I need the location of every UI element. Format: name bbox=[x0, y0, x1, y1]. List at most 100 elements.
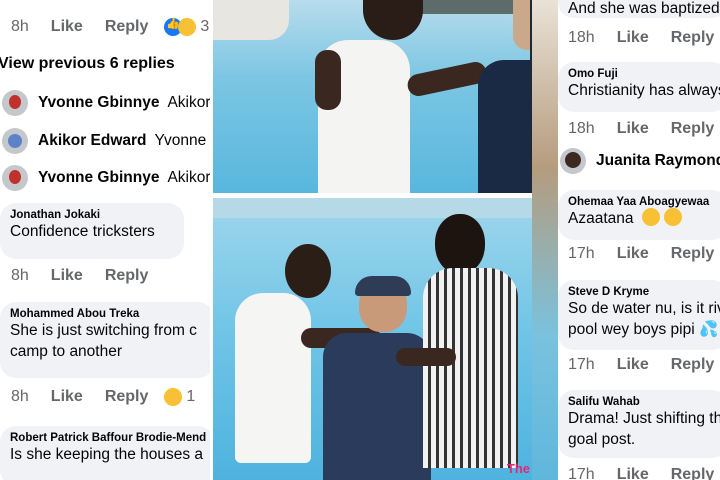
reply-row[interactable]: Yvonne Gbinnye Akikor bbox=[2, 165, 210, 191]
reply-button[interactable]: Reply bbox=[671, 29, 715, 47]
comment-bubble: Omo Fuji Christianity has always bbox=[558, 62, 720, 112]
comment-time: 8h bbox=[11, 267, 29, 284]
comment-text-with-emoji: pool wey boys pipi 💦 bbox=[568, 319, 718, 340]
reply-row[interactable]: Akikor Edward Yvonne bbox=[2, 128, 206, 154]
reply-button[interactable]: Reply bbox=[105, 267, 149, 285]
avatar[interactable] bbox=[2, 90, 28, 116]
comment-time: 17h bbox=[568, 466, 595, 480]
avatar[interactable] bbox=[2, 128, 28, 154]
comment-author[interactable]: Steve D Kryme bbox=[568, 286, 718, 298]
comment-author[interactable]: Jonathan Jokaki bbox=[10, 209, 174, 221]
like-button[interactable]: Like bbox=[617, 466, 649, 480]
comment-text: camp to another bbox=[10, 343, 123, 360]
comment-text: Drama! Just shifting th bbox=[568, 410, 720, 427]
comment-text: Christianity has always bbox=[568, 82, 720, 99]
reply-button[interactable]: Reply bbox=[671, 356, 715, 374]
like-button[interactable]: Like bbox=[51, 388, 83, 406]
comment-actions: 17h Like Reply bbox=[568, 356, 714, 374]
reply-author[interactable]: Yvonne Gbinnye bbox=[38, 169, 159, 187]
laugh-reaction-icon bbox=[178, 18, 197, 36]
laughing-emoji-icon bbox=[641, 208, 660, 226]
comment-time: 8h bbox=[11, 18, 29, 35]
comment-actions: 18h Like Reply bbox=[568, 120, 714, 138]
reaction-summary[interactable]: 1 bbox=[164, 388, 195, 406]
assistant-head bbox=[435, 214, 485, 274]
reply-snippet: Yvonne bbox=[154, 132, 207, 149]
comment-text: Azaatana bbox=[568, 210, 634, 227]
reply-author[interactable]: Yvonne Gbinnye bbox=[38, 94, 159, 112]
kiss-reaction-icon bbox=[164, 388, 183, 406]
comment-actions: 17h Like Reply bbox=[568, 245, 714, 263]
view-previous-replies-link[interactable]: View previous 6 replies bbox=[0, 55, 175, 73]
comment-text: She is just switching from c bbox=[10, 322, 197, 339]
reply-author[interactable]: Akikor Edward bbox=[38, 132, 147, 150]
reply-row[interactable]: Yvonne Gbinnye Akikor bbox=[2, 90, 210, 116]
reply-button[interactable]: Reply bbox=[671, 245, 715, 263]
cropped-photo-right bbox=[532, 0, 558, 480]
comment-author[interactable]: Ohemaa Yaa Aboagyewaa bbox=[568, 196, 718, 208]
reply-button[interactable]: Reply bbox=[671, 466, 715, 480]
pastor-white-vest bbox=[235, 293, 311, 463]
comment-text: pool wey boys pipi bbox=[568, 321, 695, 338]
woman-headwrap bbox=[355, 276, 411, 296]
laughing-emoji-icon bbox=[664, 208, 683, 226]
comment-bubble: Robert Patrick Baffour Brodie-Mend Is sh… bbox=[0, 426, 210, 480]
comment-author[interactable]: Salifu Wahab bbox=[568, 396, 718, 408]
comment-text: goal post. bbox=[568, 431, 636, 448]
comment-time: 18h bbox=[568, 120, 595, 137]
like-button[interactable]: Like bbox=[617, 29, 649, 47]
comment-time: 17h bbox=[568, 356, 595, 373]
reaction-count: 3 bbox=[200, 18, 210, 35]
assistant-arm bbox=[396, 348, 456, 366]
comment-text: So de water nu, is it riv bbox=[568, 300, 720, 317]
comment-bubble: And she was baptized bbox=[558, 0, 720, 18]
like-button[interactable]: Like bbox=[617, 120, 649, 138]
comment-author[interactable]: Robert Patrick Baffour Brodie-Mend bbox=[10, 432, 206, 444]
pastor-head bbox=[285, 244, 331, 298]
like-button[interactable]: Like bbox=[51, 267, 83, 285]
comment-text: Is she keeping the houses a bbox=[10, 446, 204, 463]
assistant-striped-shirt bbox=[423, 268, 518, 468]
rock-decoration bbox=[213, 0, 289, 40]
reply-button[interactable]: Reply bbox=[105, 18, 149, 36]
woman-dark-shirt bbox=[478, 60, 530, 193]
comment-author[interactable]: Omo Fuji bbox=[568, 68, 718, 80]
comment-time: 18h bbox=[568, 29, 595, 46]
comment-actions: 17h Like Reply bbox=[568, 466, 714, 480]
right-comments-panel: And she was baptized 18h Like Reply Omo … bbox=[558, 0, 720, 480]
comment-actions: 8h Like Reply 3 bbox=[11, 17, 210, 36]
comment-time: 8h bbox=[11, 388, 29, 405]
comment-bubble: Ohemaa Yaa Aboagyewaa Azaatana bbox=[558, 190, 720, 240]
pool-wall bbox=[213, 198, 532, 218]
avatar[interactable] bbox=[560, 148, 586, 174]
reply-snippet: Akikor bbox=[167, 94, 210, 111]
comment-bubble: Mohammed Abou Treka She is just switchin… bbox=[0, 302, 210, 378]
reply-author[interactable]: Juanita Raymond C bbox=[596, 152, 720, 170]
reaction-count: 1 bbox=[186, 388, 196, 405]
avatar[interactable] bbox=[2, 165, 28, 191]
comment-bubble: Jonathan Jokaki Confidence tricksters bbox=[0, 203, 184, 259]
man-arm bbox=[315, 50, 341, 110]
comment-actions: 8h Like Reply bbox=[11, 267, 148, 285]
comment-actions: 18h Like Reply bbox=[568, 29, 714, 47]
like-button[interactable]: Like bbox=[51, 18, 83, 36]
baptism-photo-top bbox=[213, 0, 530, 193]
reply-snippet: Akikor bbox=[167, 169, 210, 186]
like-button[interactable]: Like bbox=[617, 245, 649, 263]
reply-row[interactable]: Juanita Raymond C bbox=[560, 148, 720, 174]
reply-button[interactable]: Reply bbox=[671, 120, 715, 138]
man-head bbox=[363, 0, 423, 40]
comment-time: 17h bbox=[568, 245, 595, 262]
photo-watermark: The bbox=[506, 461, 530, 476]
man-outstretched-arm bbox=[405, 59, 489, 99]
comment-bubble: Salifu Wahab Drama! Just shifting th goa… bbox=[558, 390, 720, 458]
reaction-summary[interactable]: 3 bbox=[164, 17, 210, 36]
comment-actions: 8h Like Reply 1 bbox=[11, 388, 195, 406]
comment-text-with-emoji: Azaatana bbox=[568, 208, 718, 229]
like-button[interactable]: Like bbox=[617, 356, 649, 374]
reply-button[interactable]: Reply bbox=[105, 388, 149, 406]
sweat-droplets-emoji-icon: 💦 bbox=[698, 321, 719, 338]
comment-author[interactable]: Mohammed Abou Treka bbox=[10, 308, 204, 320]
woman-face bbox=[513, 0, 530, 50]
comment-bubble: Steve D Kryme So de water nu, is it riv … bbox=[558, 280, 720, 350]
